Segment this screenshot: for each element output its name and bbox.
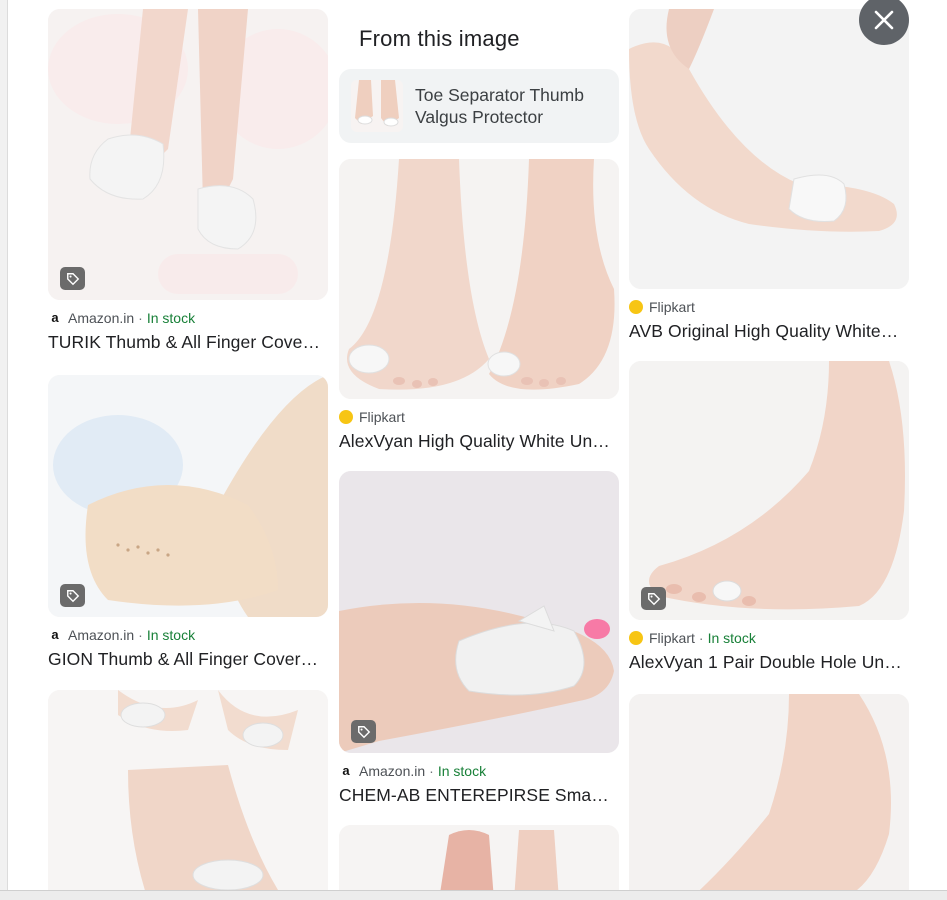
product-image[interactable]: [629, 361, 909, 620]
product-image[interactable]: [48, 690, 328, 900]
section-heading: From this image: [359, 26, 520, 51]
product-source: Flipkart · In stock: [629, 629, 909, 647]
product-image[interactable]: [629, 694, 909, 900]
source-name: Flipkart: [359, 409, 405, 425]
source-name: Flipkart: [649, 299, 695, 315]
product-image[interactable]: [339, 825, 619, 900]
product-title[interactable]: AlexVyan High Quality White Un…: [339, 431, 614, 452]
product-source: a Amazon.in · In stock: [339, 762, 619, 780]
shopping-tag-icon: [60, 584, 85, 607]
close-icon: [874, 10, 894, 30]
stock-status: In stock: [146, 310, 196, 326]
product-source: Flipkart: [339, 408, 619, 426]
product-image[interactable]: [629, 9, 909, 289]
product-card[interactable]: [48, 690, 328, 900]
product-source: a Amazon.in · In stock: [48, 626, 328, 644]
source-name: Amazon.in: [68, 627, 135, 643]
product-card[interactable]: Flipkart AVB Original High Quality White…: [629, 9, 909, 342]
source-name: Amazon.in: [359, 763, 426, 779]
separator: ·: [138, 627, 143, 643]
related-search-chip[interactable]: Toe Separator Thumb Valgus Protector: [339, 69, 619, 143]
product-image[interactable]: [339, 471, 619, 753]
product-title[interactable]: AVB Original High Quality White…: [629, 321, 904, 342]
product-card[interactable]: a Amazon.in · In stock TURIK Thumb & All…: [48, 9, 328, 353]
source-name: Amazon.in: [68, 310, 135, 326]
product-source: a Amazon.in · In stock: [48, 309, 328, 327]
product-card[interactable]: a Amazon.in · In stock GION Thumb & All …: [48, 375, 328, 670]
product-card[interactable]: a Amazon.in · In stock CHEM-AB ENTEREPIR…: [339, 471, 619, 806]
shopping-tag-icon: [641, 587, 666, 610]
product-title[interactable]: GION Thumb & All Finger Cover…: [48, 649, 323, 670]
product-card[interactable]: Flipkart AlexVyan High Quality White Un…: [339, 159, 619, 452]
window-left-edge: [0, 0, 8, 900]
stock-status: In stock: [437, 763, 487, 779]
product-title[interactable]: CHEM-AB ENTEREPIRSE Sma…: [339, 785, 614, 806]
shopping-tag-icon: [60, 267, 85, 290]
product-image[interactable]: [339, 159, 619, 399]
separator: ·: [429, 763, 434, 779]
product-image[interactable]: [48, 375, 328, 617]
source-name: Flipkart: [649, 630, 695, 646]
flipkart-icon: [339, 410, 353, 424]
product-title[interactable]: AlexVyan 1 Pair Double Hole Un…: [629, 652, 904, 673]
product-card[interactable]: [629, 694, 909, 900]
product-title[interactable]: TURIK Thumb & All Finger Cove…: [48, 332, 323, 353]
product-source: Flipkart: [629, 298, 909, 316]
amazon-icon: a: [339, 764, 353, 778]
product-card[interactable]: Flipkart · In stock AlexVyan 1 Pair Doub…: [629, 361, 909, 673]
stock-status: In stock: [146, 627, 196, 643]
stock-status: In stock: [707, 630, 756, 646]
window-bottom-edge: [0, 890, 947, 900]
amazon-icon: a: [48, 311, 62, 325]
chip-label: Toe Separator Thumb Valgus Protector: [415, 85, 584, 127]
amazon-icon: a: [48, 628, 62, 642]
product-image[interactable]: [48, 9, 328, 300]
shopping-tag-icon: [351, 720, 376, 743]
separator: ·: [698, 630, 704, 646]
separator: ·: [138, 310, 143, 326]
flipkart-icon: [629, 631, 643, 645]
product-card[interactable]: [339, 825, 619, 900]
flipkart-icon: [629, 300, 643, 314]
chip-thumbnail: [351, 80, 403, 132]
